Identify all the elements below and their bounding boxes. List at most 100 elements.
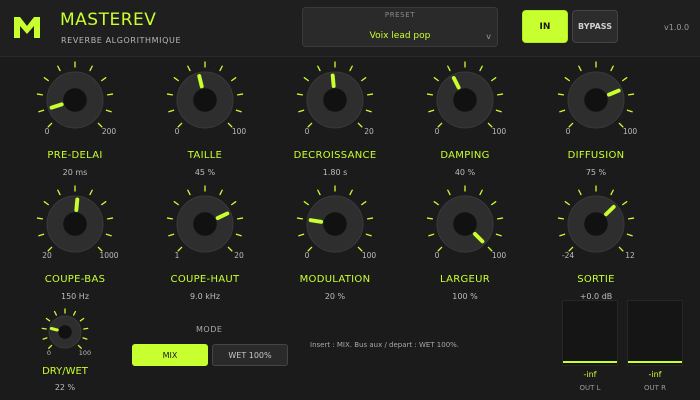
plugin-window: MASTEREV REVERBE ALGORITHMIQUE PRESET Vo… — [0, 0, 700, 400]
knob-damping-tick — [491, 77, 497, 82]
knob-sortie-max-label: 12 — [625, 251, 635, 260]
knob-taille-tick — [168, 109, 175, 113]
knob-sortie-label: SORTIE — [577, 274, 615, 285]
knob-modulation-tick — [365, 233, 372, 237]
knob-decroissance-center — [323, 88, 347, 112]
preset-selector[interactable]: PRESET Voix lead pop v — [302, 7, 498, 47]
knob-decroissance-value: 1.80 s — [322, 168, 348, 177]
drywet-tick — [82, 337, 88, 340]
knob-taille[interactable]: 0 100 TAILLE 45 % — [135, 56, 275, 177]
knob-sortie-tick — [618, 246, 624, 252]
knob-modulation-max-label: 100 — [362, 251, 377, 260]
knob-largeur-dial[interactable]: 0 100 — [395, 180, 535, 270]
app-subtitle: REVERBE ALGORITHMIQUE — [61, 36, 182, 45]
wet-100-button[interactable]: WET 100% — [212, 344, 288, 366]
knob-coupe-bas-tick — [101, 201, 107, 206]
knob-taille-min-label: 0 — [175, 127, 180, 136]
knob-pre-delai[interactable]: 0 200 PRE-DELAI 20 ms — [5, 56, 145, 177]
knob-coupe-bas-tick — [57, 189, 61, 196]
in-button[interactable]: IN — [522, 10, 568, 43]
knob-taille-tick — [235, 109, 242, 113]
drywet-value: 22 % — [54, 383, 76, 392]
knob-diffusion-tick — [578, 65, 582, 72]
drywet-indicator — [49, 326, 59, 332]
meter-out-r-label: OUT R — [644, 384, 666, 392]
knob-pre-delai-tick — [57, 65, 61, 72]
knob-decroissance-tick — [361, 77, 367, 82]
knob-modulation-tick — [298, 233, 305, 237]
knob-coupe-haut-center — [193, 212, 217, 236]
knob-taille-dial[interactable]: 0 100 — [135, 56, 275, 146]
drywet-tick — [53, 310, 58, 316]
knob-damping-tick — [428, 109, 435, 113]
knob-decroissance-label: DECROISSANCE — [293, 150, 377, 161]
knob-decroissance-indicator — [330, 73, 336, 89]
knob-diffusion-value: 75 % — [585, 168, 607, 177]
knob-coupe-bas-label: COUPE-BAS — [44, 274, 106, 285]
knob-modulation-dial[interactable]: 0 100 — [265, 180, 405, 270]
knob-coupe-bas-indicator — [74, 197, 80, 213]
knob-largeur[interactable]: 0 100 LARGEUR 100 % — [395, 180, 535, 301]
knob-taille-tick — [173, 77, 179, 82]
knob-sortie-tick — [557, 217, 565, 220]
knob-damping-center — [453, 88, 477, 112]
knob-largeur-tick — [496, 217, 504, 220]
knob-damping-label: DAMPING — [440, 150, 490, 161]
knob-modulation-indicator — [308, 218, 324, 224]
knob-coupe-haut-dial[interactable]: 1 20 — [135, 180, 275, 270]
mix-button[interactable]: MIX — [132, 344, 208, 366]
knob-diffusion[interactable]: 0 100 DIFFUSION 75 % — [526, 56, 666, 177]
drywet-tick — [83, 327, 89, 330]
knob-damping[interactable]: 0 100 DAMPING 40 % — [395, 56, 535, 177]
knob-sortie[interactable]: -24 12 SORTIE +0.0 dB — [526, 180, 666, 301]
knob-coupe-bas-tick — [89, 189, 93, 196]
drywet-tick — [77, 344, 82, 349]
knob-diffusion-tick — [627, 93, 635, 96]
knob-modulation-tick — [349, 189, 353, 196]
knob-damping-dial[interactable]: 0 100 — [395, 56, 535, 146]
knob-coupe-bas-value: 150 Hz — [60, 292, 90, 301]
bypass-button[interactable]: BYPASS — [572, 10, 618, 43]
knob-coupe-bas-tick — [106, 217, 114, 220]
knob-decroissance-tick — [357, 122, 363, 128]
knob-sortie-tick — [559, 233, 566, 237]
knob-coupe-haut[interactable]: 1 20 COUPE-HAUT 9.0 kHz — [135, 180, 275, 301]
drywet-dial[interactable]: 0 100 — [30, 308, 100, 364]
knob-coupe-haut-max-label: 20 — [234, 251, 244, 260]
knob-decroissance[interactable]: 0 20 DECROISSANCE 1.80 s — [265, 56, 405, 177]
knob-sortie-center — [584, 212, 608, 236]
meter-level — [563, 361, 617, 363]
knob-largeur-tick — [433, 201, 439, 206]
knob-diffusion-dial[interactable]: 0 100 — [526, 56, 666, 146]
knob-sortie-dial[interactable]: -24 12 — [526, 180, 666, 270]
knob-pre-delai-tick — [43, 77, 49, 82]
knob-damping-tick — [496, 93, 504, 96]
knob-coupe-haut-tick — [235, 233, 242, 237]
knob-diffusion-tick — [559, 109, 566, 113]
knob-diffusion-tick — [564, 77, 570, 82]
knob-pre-delai-tick — [101, 77, 107, 82]
knob-modulation[interactable]: 0 100 MODULATION 20 % — [265, 180, 405, 301]
knob-pre-delai-dial[interactable]: 0 200 — [5, 56, 145, 146]
knob-coupe-haut-tick — [166, 217, 174, 220]
knob-diffusion-tick — [622, 77, 628, 82]
knob-coupe-bas-dial[interactable]: 20 1000 — [5, 180, 145, 270]
knob-coupe-haut-tick — [236, 217, 244, 220]
knob-decroissance-tick — [349, 65, 353, 72]
knob-decroissance-tick — [296, 93, 304, 96]
drywet-knob[interactable]: 0 100 DRY/WET 22 % — [30, 308, 100, 398]
version-label: v1.0.0 — [664, 23, 690, 32]
meter-level — [628, 361, 682, 363]
knob-modulation-tick — [317, 189, 321, 196]
knob-coupe-bas[interactable]: 20 1000 COUPE-BAS 150 Hz — [5, 180, 145, 301]
drywet-tick — [41, 327, 47, 330]
knob-largeur-max-label: 100 — [492, 251, 507, 260]
knob-decroissance-tick — [317, 65, 321, 72]
knob-sortie-tick — [578, 189, 582, 196]
knob-taille-center — [193, 88, 217, 112]
knob-decroissance-tick — [298, 109, 305, 113]
knob-modulation-tick — [366, 217, 374, 220]
knob-taille-tick — [236, 93, 244, 96]
knob-decroissance-dial[interactable]: 0 20 — [265, 56, 405, 146]
knob-taille-indicator — [197, 74, 204, 89]
